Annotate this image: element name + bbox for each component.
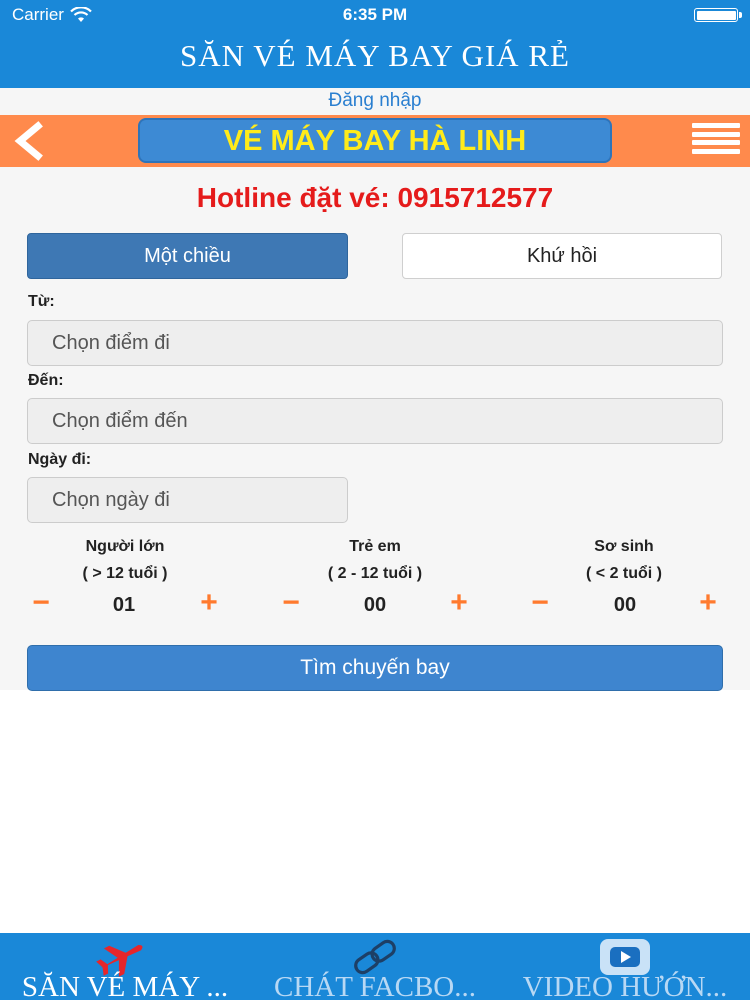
- back-arrow-icon: [14, 121, 43, 161]
- adult-count: 01: [112, 594, 136, 616]
- adult-label: Người lớn: [85, 538, 165, 555]
- to-input[interactable]: Chọn điểm đến: [27, 398, 723, 444]
- infant-count: 00: [613, 594, 637, 616]
- round-trip-button[interactable]: Khứ hồi: [402, 233, 722, 279]
- adult-plus-button[interactable]: +: [194, 588, 224, 618]
- tab-facebook-chat-label: CHÁT FACBO...: [274, 971, 476, 1000]
- infant-plus-button[interactable]: +: [693, 588, 723, 618]
- date-input[interactable]: Chọn ngày đi: [27, 477, 348, 523]
- child-age-label: ( 2 - 12 tuổi ): [327, 565, 423, 582]
- menu-icon-line: [692, 140, 740, 145]
- menu-icon-line: [692, 131, 740, 137]
- tab-facebook-chat[interactable]: CHÁT FACBO...: [250, 933, 500, 1000]
- infant-label: Sơ sinh: [594, 538, 654, 555]
- bottom-tab-bar: SĂN VÉ MÁY ... CHÁT FACBO... VIDEO HƯỚN.…: [0, 933, 750, 1000]
- hotline-text: Hotline đặt vé: 0915712577: [196, 182, 554, 213]
- status-time: 6:35 PM: [342, 5, 408, 24]
- brand-title: VÉ MÁY BAY HÀ LINH: [138, 118, 612, 163]
- child-minus-button[interactable]: −: [276, 588, 306, 618]
- tab-flight-hunt-label: SĂN VÉ MÁY ...: [21, 971, 229, 1000]
- from-label: Từ:: [28, 293, 55, 310]
- adult-age-label: ( > 12 tuổi ): [82, 565, 168, 582]
- app-title: SĂN VÉ MÁY BAY GIÁ RẺ: [180, 38, 570, 73]
- tab-video-guide[interactable]: VIDEO HƯỚN...: [500, 933, 750, 1000]
- back-button[interactable]: [10, 121, 50, 161]
- to-label: Đến:: [28, 372, 64, 389]
- infant-minus-button[interactable]: −: [525, 588, 555, 618]
- child-count: 00: [363, 594, 387, 616]
- child-label: Trẻ em: [349, 538, 401, 555]
- search-flights-button[interactable]: Tìm chuyến bay: [27, 645, 723, 691]
- one-way-button[interactable]: Một chiều: [27, 233, 348, 279]
- tab-video-guide-label: VIDEO HƯỚN...: [522, 971, 728, 1000]
- menu-icon-line: [692, 123, 740, 128]
- child-plus-button[interactable]: +: [444, 588, 474, 618]
- battery-icon: [694, 8, 742, 22]
- menu-button[interactable]: [692, 123, 740, 161]
- adult-minus-button[interactable]: −: [26, 588, 56, 618]
- tab-flight-hunt[interactable]: SĂN VÉ MÁY ...: [0, 933, 250, 1000]
- menu-icon-line: [692, 148, 740, 154]
- login-link[interactable]: Đăng nhập: [0, 90, 750, 112]
- status-bar: Carrier 6:35 PM: [0, 0, 750, 30]
- date-label: Ngày đi:: [28, 451, 92, 468]
- from-input[interactable]: Chọn điểm đi: [27, 320, 723, 366]
- infant-age-label: ( < 2 tuổi ): [586, 565, 662, 582]
